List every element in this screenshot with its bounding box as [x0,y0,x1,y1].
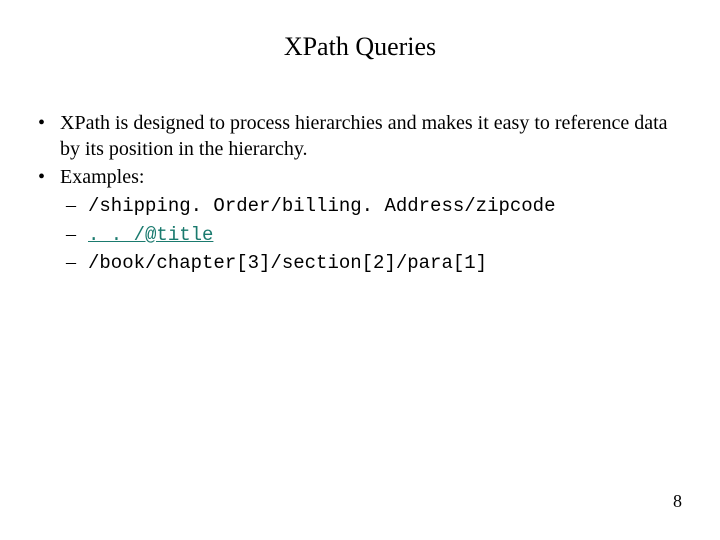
example-code-3: /book/chapter[3]/section[2]/para[1] [88,252,487,274]
bullet-list: XPath is designed to process hierarchies… [32,110,690,276]
bullet-item-2: Examples: /shipping. Order/billing. Addr… [32,164,690,276]
slide-content: XPath is designed to process hierarchies… [30,110,690,276]
slide-title: XPath Queries [30,32,690,62]
page-number: 8 [673,491,682,512]
bullet-text-1: XPath is designed to process hierarchies… [60,112,668,160]
bullet-item-1: XPath is designed to process hierarchies… [32,110,690,162]
example-code-2: . . /@title [88,224,213,246]
example-item-1: /shipping. Order/billing. Address/zipcod… [60,192,690,219]
examples-list: /shipping. Order/billing. Address/zipcod… [60,192,690,276]
example-item-2: . . /@title [60,221,690,248]
bullet-text-2: Examples: [60,166,144,188]
example-code-1: /shipping. Order/billing. Address/zipcod… [88,195,555,217]
example-item-3: /book/chapter[3]/section[2]/para[1] [60,249,690,276]
